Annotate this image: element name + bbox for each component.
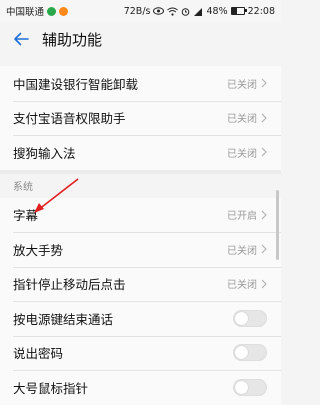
- setting-row-magnification[interactable]: 放大手势 已关闭: [0, 232, 281, 267]
- app-header: 辅助功能: [0, 22, 281, 56]
- setting-label: 指针停止移动后点击: [13, 277, 126, 293]
- setting-label: 说出密码: [13, 346, 64, 362]
- notification-app-icon: [59, 6, 69, 16]
- setting-label: 按电源键结束通话: [13, 311, 114, 327]
- scrollbar[interactable]: [276, 190, 279, 260]
- setting-status: 已开启: [227, 211, 257, 223]
- chevron-right-icon: [261, 210, 267, 220]
- chevron-right-icon: [261, 244, 267, 254]
- status-bar: 中国联通 72B/s 48% 22:08: [0, 0, 281, 22]
- chevron-right-icon: [261, 279, 267, 289]
- chevron-right-icon: [261, 147, 267, 157]
- wifi-icon: [167, 7, 179, 16]
- carrier-name: 中国联通: [6, 7, 45, 18]
- setting-row-large-pointer: 大号鼠标指针: [0, 370, 281, 405]
- battery-icon: [230, 7, 247, 15]
- setting-status: 已关闭: [227, 114, 257, 126]
- setting-status: 已关闭: [227, 280, 257, 292]
- toggle-knob: [235, 346, 248, 360]
- setting-row-speak-passwords: 说出密码: [0, 335, 281, 371]
- setting-row-alipay-voice[interactable]: 支付宝语音权限助手 已关闭: [0, 100, 281, 136]
- power-ends-call-toggle[interactable]: [233, 309, 267, 327]
- network-speed: 72B/s: [123, 5, 151, 17]
- settings-list: 中国建设银行智能卸载 已关闭 支付宝语音权限助手 已关闭 搜狗输入法 已关闭 系…: [0, 66, 281, 405]
- large-pointer-toggle[interactable]: [233, 378, 267, 396]
- chevron-right-icon: [261, 113, 267, 123]
- alarm-icon: [182, 7, 190, 16]
- signal-icon: [194, 7, 203, 16]
- toggle-knob: [235, 311, 248, 325]
- battery-percent: 48%: [206, 5, 228, 17]
- eye-icon: [153, 7, 165, 15]
- chevron-right-icon: [261, 78, 267, 88]
- setting-label: 支付宝语音权限助手: [13, 111, 126, 127]
- notification-app-icon: [47, 6, 57, 16]
- annotation-arrow-icon: [34, 178, 79, 213]
- setting-row-ccb-uninstall[interactable]: 中国建设银行智能卸载 已关闭: [0, 66, 281, 101]
- speak-passwords-toggle[interactable]: [233, 344, 267, 362]
- toggle-knob: [235, 380, 248, 394]
- setting-status: 已关闭: [227, 245, 257, 257]
- setting-label: 搜狗输入法: [13, 145, 76, 161]
- setting-label: 放大手势: [13, 242, 64, 258]
- setting-label: 大号鼠标指针: [13, 380, 89, 396]
- installed-services-group: 中国建设银行智能卸载 已关闭 支付宝语音权限助手 已关闭 搜狗输入法 已关闭: [0, 66, 281, 170]
- clock: 22:08: [247, 5, 275, 17]
- setting-status: 已关闭: [227, 79, 257, 91]
- back-button[interactable]: [4, 22, 38, 56]
- setting-row-sogou-input[interactable]: 搜狗输入法 已关闭: [0, 135, 281, 170]
- page-title: 辅助功能: [42, 30, 103, 49]
- setting-row-dwell-click[interactable]: 指针停止移动后点击 已关闭: [0, 266, 281, 302]
- setting-row-power-ends-call: 按电源键结束通话: [0, 301, 281, 336]
- setting-label: 中国建设银行智能卸载: [13, 76, 139, 92]
- setting-status: 已关闭: [227, 148, 257, 160]
- arrow-left-icon: [14, 32, 29, 46]
- system-group: 字幕 已开启 放大手势 已关闭 指针停止移动后点击 已关闭 按电源键结束通话 说…: [0, 197, 281, 405]
